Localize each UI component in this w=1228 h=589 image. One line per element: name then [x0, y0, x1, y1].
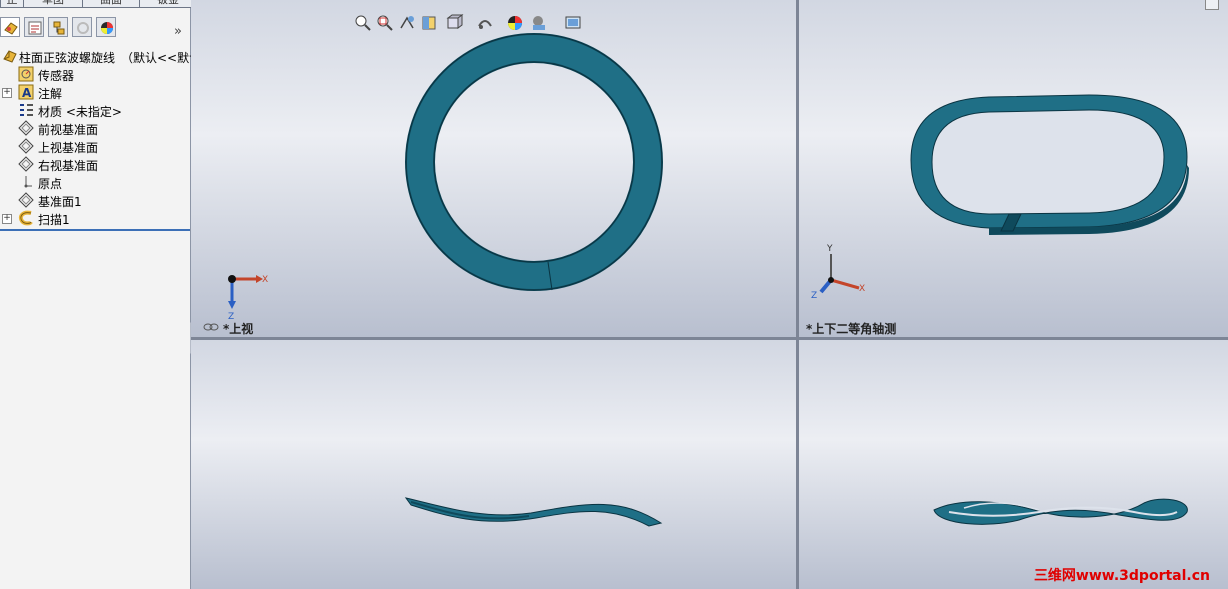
tree-item-origin[interactable]: 原点 — [0, 173, 190, 191]
triad-x-label: X — [262, 275, 268, 285]
viewport-bottom-left[interactable] — [191, 340, 796, 589]
dimxpert-icon — [77, 22, 89, 34]
edit-appearance-icon[interactable] — [530, 14, 548, 32]
apply-scene-icon[interactable] — [564, 14, 582, 32]
tree-item-label: 右视基准面 — [38, 159, 99, 173]
tree-item-label: 基准面1 — [38, 195, 82, 209]
sweep-icon — [18, 210, 33, 226]
tab-2[interactable]: 曲面 — [82, 0, 140, 8]
section-view-icon[interactable] — [420, 14, 438, 32]
part-icon — [3, 50, 17, 63]
tree-root-label: 柱面正弦波螺旋线 （默认<<默认 — [19, 51, 202, 65]
tree-item-label: 材质 <未指定> — [38, 105, 122, 119]
tree-item-label: 原点 — [38, 177, 63, 191]
tab-3[interactable]: 钣金 — [139, 0, 197, 8]
zoom-to-fit-icon[interactable] — [354, 14, 372, 32]
viewport-bottom-right[interactable]: 三维网www.3dportal.cn — [799, 340, 1228, 589]
tree-item-sweep1[interactable]: + 扫描1 — [0, 209, 190, 227]
viewport-top-right[interactable]: Y X Z *上下二等角轴测 — [799, 0, 1228, 337]
triad-x-label: X — [859, 284, 865, 294]
graphics-area: X Z *上视 Y X Z *上下二等角轴测 三维网www.3dportal.c… — [191, 0, 1228, 589]
hide-show-icon[interactable] — [506, 14, 524, 32]
tree-item-label: 前视基准面 — [38, 123, 99, 137]
restore-window-icon[interactable] — [1205, 0, 1219, 10]
configuration-manager-tab[interactable] — [48, 17, 68, 37]
triad-z-label: Z — [811, 291, 817, 301]
plane-icon — [18, 192, 34, 208]
tab-1[interactable]: 草图 — [23, 0, 83, 8]
plane-icon — [18, 120, 34, 136]
viewport-top-left[interactable]: X Z *上视 — [191, 0, 796, 337]
origin-icon — [24, 176, 32, 188]
rollback-bar[interactable] — [0, 229, 190, 231]
plane-icon — [18, 138, 34, 154]
view-label-dimetric: *上下二等角轴测 — [806, 322, 897, 336]
wave-front-view — [404, 497, 663, 527]
triad-top: X Z — [228, 275, 268, 322]
display-manager-tab[interactable] — [96, 17, 116, 37]
svg-text:A: A — [22, 86, 32, 100]
triad-dimetric: Y X Z — [811, 244, 865, 301]
tab-0[interactable]: 正 — [0, 0, 24, 8]
tree-item-plane1[interactable]: 基准面1 — [0, 191, 190, 209]
wave-right-view — [933, 498, 1188, 525]
feature-manager-icon — [4, 22, 18, 35]
ring-top-view — [405, 33, 663, 291]
expand-toggle[interactable]: + — [2, 88, 12, 98]
tree-item-material[interactable]: 材质 <未指定> — [0, 101, 190, 119]
tree-item-label: 上视基准面 — [38, 141, 99, 155]
tree-item-front-plane[interactable]: 前视基准面 — [0, 119, 190, 137]
configuration-manager-icon — [53, 21, 65, 35]
zoom-to-area-icon[interactable] — [376, 14, 394, 32]
expand-toggle[interactable]: + — [2, 214, 12, 224]
property-manager-tab[interactable] — [24, 17, 44, 37]
viewport-splitter-vertical[interactable] — [796, 0, 799, 589]
tree-item-right-plane[interactable]: 右视基准面 — [0, 155, 190, 173]
previous-view-icon[interactable] — [398, 14, 416, 32]
tree-item-label: 传感器 — [38, 69, 75, 83]
tree-item-label: 注解 — [38, 87, 63, 101]
annotation-icon: A — [18, 84, 34, 100]
dimxpert-tab[interactable] — [72, 17, 92, 37]
display-manager-icon — [101, 22, 113, 34]
property-manager-icon — [28, 21, 42, 35]
sensor-icon — [18, 66, 34, 82]
panel-expand-button[interactable]: » — [174, 24, 182, 39]
tree-item-top-plane[interactable]: 上视基准面 — [0, 137, 190, 155]
feature-manager-tab[interactable] — [0, 17, 20, 37]
view-label-top: *上视 — [223, 322, 254, 336]
plane-icon — [18, 156, 34, 172]
tree-root[interactable]: 柱面正弦波螺旋线 （默认<<默认 — [0, 47, 201, 65]
tree-item-sensors[interactable]: 传感器 — [0, 65, 190, 83]
view-orientation-icon[interactable] — [446, 14, 464, 32]
display-style-icon[interactable] — [476, 14, 494, 32]
feature-manager-panel: » 柱面正弦波螺旋线 （默认<<默认 传感器 + A 注解 材质 <未指定> 前… — [0, 8, 201, 589]
viewport-splitter-horizontal[interactable] — [191, 337, 1228, 340]
watermark: 三维网www.3dportal.cn — [1033, 568, 1210, 584]
triad-y-label: Y — [826, 244, 833, 254]
tree-item-annotations[interactable]: + A 注解 — [0, 83, 190, 101]
panel-tabs: » — [0, 8, 190, 39]
tree-item-label: 扫描1 — [38, 213, 70, 227]
material-icon — [20, 104, 33, 116]
link-views-icon[interactable] — [203, 322, 219, 332]
